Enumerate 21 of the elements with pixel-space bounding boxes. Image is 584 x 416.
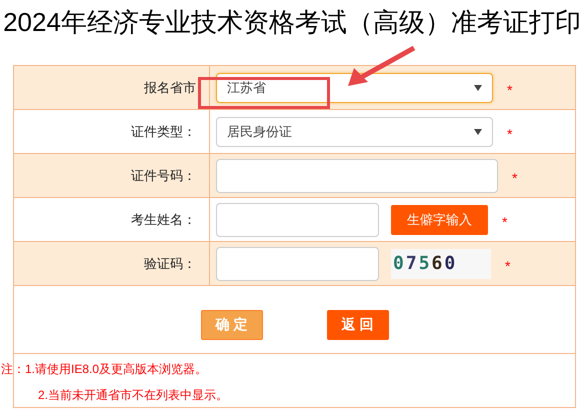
required-mark: * <box>507 125 512 144</box>
field-label: 验证码： <box>144 254 196 273</box>
input-field[interactable] <box>216 246 379 280</box>
field-label: 考生姓名： <box>131 210 196 229</box>
required-mark: * <box>502 213 508 232</box>
input-field[interactable] <box>216 158 498 192</box>
input-field[interactable] <box>216 202 379 236</box>
field-label: 证件类型： <box>131 122 196 141</box>
required-mark: * <box>512 169 518 188</box>
required-mark: * <box>507 81 512 100</box>
note-text: 2.当前未开通省市不在列表中显示。 <box>38 387 230 404</box>
captcha-image[interactable]: 07560 <box>391 248 491 278</box>
dropdown[interactable]: 居民身份证 <box>216 116 493 146</box>
field-label: 报名省市 <box>144 78 196 97</box>
page-title: 2024年经济专业技术资格考试（高级）准考证打印 <box>2 6 582 39</box>
field-label: 证件号码： <box>131 166 196 185</box>
required-mark: * <box>505 257 510 276</box>
dropdown-arrow-icon <box>474 128 482 134</box>
dropdown-arrow-icon <box>474 84 482 90</box>
note-text: 注：1.请使用IE8.0及更高版本浏览器。 <box>1 361 208 378</box>
dropdown[interactable]: 江苏省 <box>216 72 493 102</box>
